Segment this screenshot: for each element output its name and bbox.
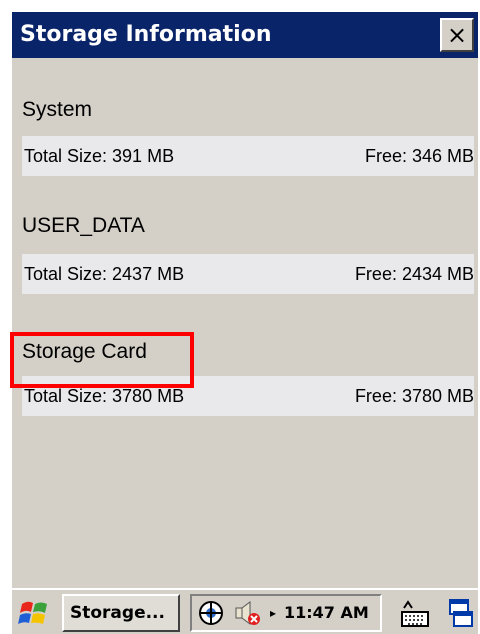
storage-content: System Total Size: 391 MB Free: 346 MB U… (10, 58, 478, 588)
tray-arrow-icon[interactable]: ▸ (270, 596, 276, 630)
start-button[interactable] (16, 596, 52, 630)
info-row-user-data: Total Size: 2437 MB Free: 2434 MB (22, 254, 474, 294)
section-title-user-data: USER_DATA (22, 214, 145, 237)
network-icon[interactable] (198, 600, 224, 626)
window-title: Storage Information (20, 22, 272, 47)
section-title-system: System (22, 98, 93, 121)
free-size-label: Free: 2434 MB (354, 264, 474, 284)
clock[interactable]: 11:47 AM (284, 596, 369, 630)
title-bar: Storage Information × (12, 12, 478, 58)
storage-info-window: Storage Information × System Total Size:… (10, 12, 478, 634)
free-size-label: Free: 3780 MB (354, 386, 474, 406)
taskbar-app-button[interactable]: Storage... (62, 594, 180, 632)
highlight-box (10, 332, 194, 388)
total-size-label: Total Size: 2437 MB (24, 264, 185, 284)
system-tray: ▸ 11:47 AM (190, 594, 382, 632)
close-button[interactable]: × (440, 18, 474, 52)
free-size-label: Free: 346 MB (364, 146, 474, 166)
info-row-system: Total Size: 391 MB Free: 346 MB (22, 136, 474, 176)
total-size-label: Total Size: 391 MB (24, 146, 175, 166)
windows-start-icon (18, 601, 47, 624)
volume-muted-icon[interactable] (232, 600, 262, 626)
desktop-icon[interactable] (444, 596, 476, 630)
keyboard-icon[interactable] (396, 596, 432, 630)
taskbar: Storage... ▸ 11:47 AM (12, 588, 478, 634)
